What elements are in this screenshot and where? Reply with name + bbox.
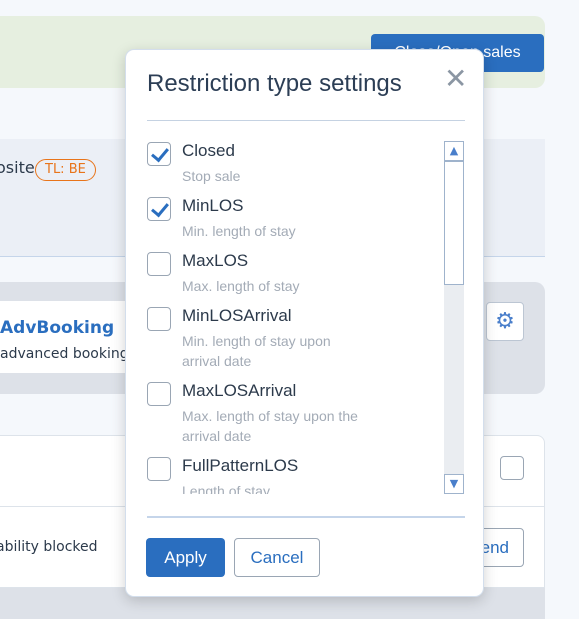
- divider: [147, 120, 465, 121]
- checkbox[interactable]: [147, 382, 171, 406]
- item-description: Min. length of stay upon arrival date: [182, 333, 331, 369]
- tl-badge: TL: BE: [35, 159, 96, 181]
- cancel-button[interactable]: Cancel: [234, 538, 320, 577]
- checkbox[interactable]: [147, 142, 171, 166]
- restriction-type-settings-dialog: Restriction type settings ✕ Closed Stop s…: [125, 49, 484, 597]
- site-label: osite: [0, 158, 35, 177]
- scroll-down-icon[interactable]: ▼: [444, 474, 464, 494]
- row-checkbox[interactable]: [500, 456, 524, 480]
- item-description: Stop sale: [182, 168, 241, 184]
- item-label: MaxLOS: [182, 251, 249, 270]
- apply-button[interactable]: Apply: [146, 538, 225, 577]
- scrollbar[interactable]: ▲ ▼: [444, 141, 464, 494]
- gear-icon: ⚙: [495, 309, 515, 334]
- row-status-text: ability blocked: [0, 539, 98, 555]
- channel-subtitle: advanced booking: [0, 346, 129, 362]
- item-label: Closed: [182, 141, 235, 160]
- item-label: FullPatternLOS: [182, 456, 299, 475]
- item-label: MaxLOSArrival: [182, 381, 297, 400]
- item-description: Length of stay: [182, 483, 270, 494]
- item-description: Min. length of stay: [182, 223, 296, 239]
- checkbox[interactable]: [147, 457, 171, 481]
- restriction-list: Closed Stop sale MinLOS Min. length of stay…: [147, 140, 445, 494]
- checkbox[interactable]: [147, 197, 171, 221]
- item-description: Max. length of stay upon the arrival dat…: [182, 408, 358, 444]
- scrollbar-thumb[interactable]: [444, 161, 464, 285]
- item-description: Max. length of stay: [182, 278, 300, 294]
- dialog-title: Restriction type settings: [147, 70, 402, 97]
- footer-divider: [147, 516, 465, 518]
- item-label: MinLOSArrival: [182, 306, 292, 325]
- scroll-up-icon[interactable]: ▲: [444, 141, 464, 161]
- item-label: MinLOS: [182, 196, 244, 215]
- checkbox[interactable]: [147, 252, 171, 276]
- close-icon[interactable]: ✕: [444, 65, 467, 93]
- checkbox[interactable]: [147, 307, 171, 331]
- settings-button[interactable]: ⚙: [486, 302, 524, 341]
- channel-title[interactable]: AdvBooking: [0, 318, 114, 338]
